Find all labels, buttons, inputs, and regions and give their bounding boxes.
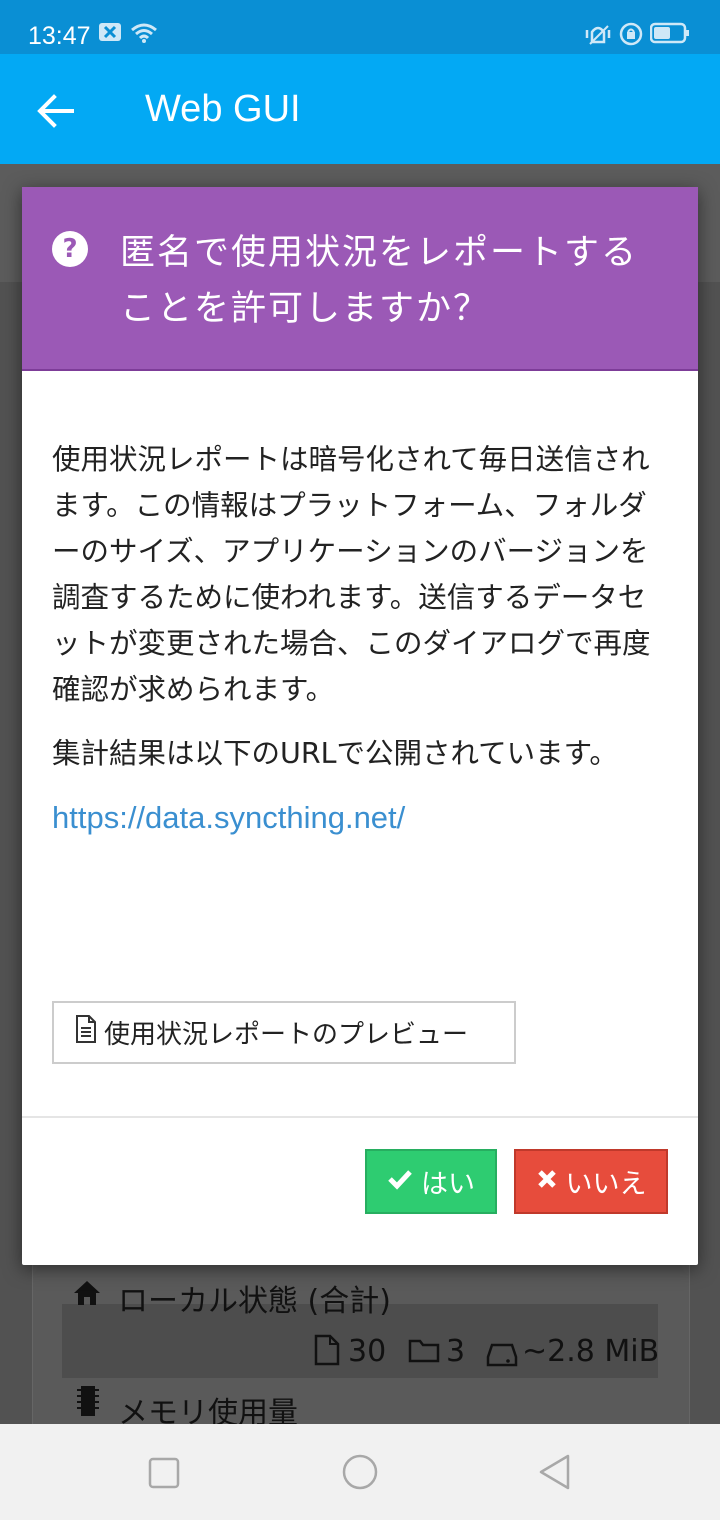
dialog-paragraph-1: 使用状況レポートは暗号化されて毎日送信されます。この情報はプラットフォーム、フォ… <box>52 443 651 706</box>
folder-count: 3 <box>446 1334 466 1369</box>
preview-button[interactable]: 使用状況レポートのプレビュー <box>52 1001 516 1064</box>
check-icon <box>387 1166 421 1197</box>
home-circle-icon[interactable] <box>341 1453 379 1495</box>
usage-report-dialog: ? 匿名で使用状況をレポートすることを許可しますか？ 使用状況レポートは暗号化さ… <box>22 187 698 1265</box>
navigation-bar <box>0 1424 720 1520</box>
status-bar: 13:47 <box>0 0 720 54</box>
home-icon <box>72 1279 102 1315</box>
status-time: 13:47 <box>28 22 91 50</box>
yes-button-label: はい <box>421 1169 475 1200</box>
question-icon: ? <box>52 231 88 267</box>
dialog-paragraph-2: 集計結果は以下のURLで公開されています。 <box>52 737 618 770</box>
no-button[interactable]: いいえ <box>514 1149 668 1214</box>
storage-size: ~2.8 MiB <box>522 1334 660 1369</box>
recents-square-icon[interactable] <box>148 1457 180 1493</box>
file-icon <box>313 1334 341 1374</box>
memory-chip-icon <box>76 1384 100 1426</box>
back-triangle-icon[interactable] <box>538 1453 572 1495</box>
close-icon <box>536 1166 566 1197</box>
vibrate-icon <box>584 22 612 46</box>
dialog-footer-divider <box>22 1116 698 1118</box>
app-bar: Web GUI <box>0 54 720 164</box>
yes-button[interactable]: はい <box>365 1149 497 1214</box>
stats-link[interactable]: https://data.syncthing.net/ <box>52 800 405 835</box>
back-arrow-icon[interactable] <box>36 91 76 131</box>
local-state-label: ローカル状態 (合計) <box>118 1284 391 1319</box>
app-title: Web GUI <box>145 88 301 130</box>
wifi-icon <box>130 22 158 44</box>
notification-x-icon <box>98 22 122 42</box>
folder-icon <box>408 1336 440 1371</box>
document-icon <box>74 1014 104 1051</box>
dialog-header: ? 匿名で使用状況をレポートすることを許可しますか？ <box>22 187 698 371</box>
drive-icon <box>486 1340 518 1375</box>
file-count: 30 <box>348 1334 387 1369</box>
preview-button-label: 使用状況レポートのプレビュー <box>104 1020 469 1050</box>
rotation-lock-icon <box>619 22 643 46</box>
battery-icon <box>650 22 690 44</box>
dialog-body: 使用状況レポートは暗号化されて毎日送信されます。この情報はプラットフォーム、フォ… <box>52 437 672 860</box>
dialog-title: 匿名で使用状況をレポートすることを許可しますか？ <box>120 233 639 329</box>
no-button-label: いいえ <box>565 1169 647 1200</box>
